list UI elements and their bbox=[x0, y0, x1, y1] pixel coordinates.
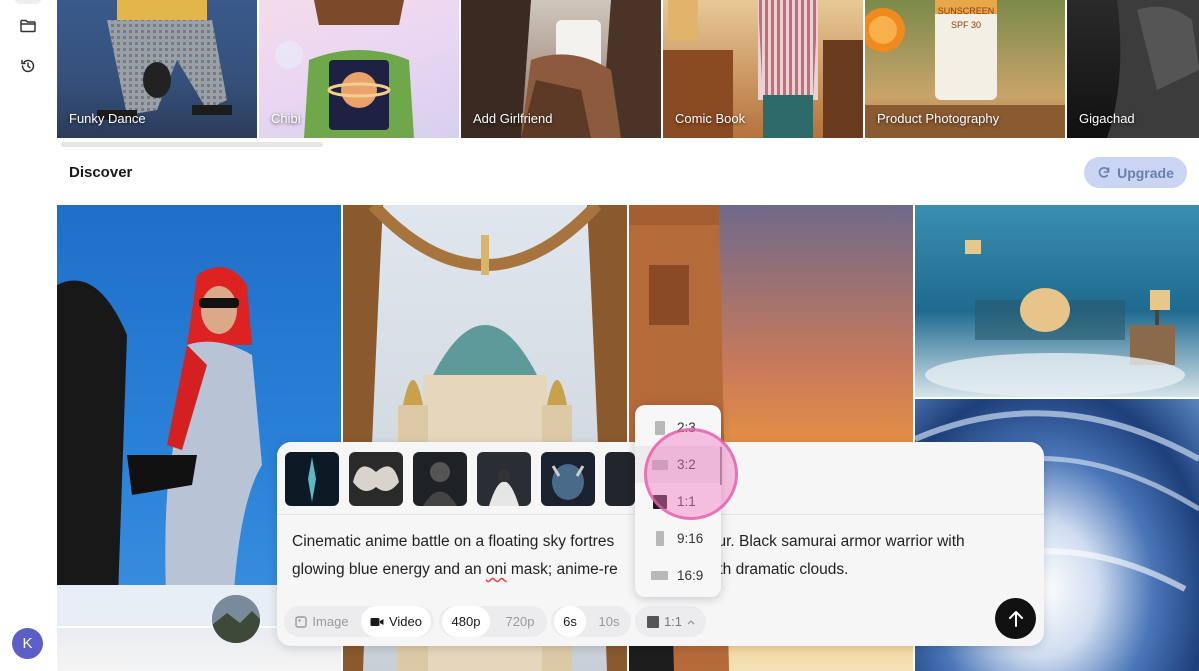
style-tile-product-photography[interactable]: SUNSCREEN SPF 30 Product Photography bbox=[865, 0, 1065, 138]
refresh-icon bbox=[1098, 166, 1110, 178]
upgrade-button[interactable]: Upgrade bbox=[1084, 157, 1187, 188]
style-tile-gigachad[interactable]: Gigachad bbox=[1067, 0, 1199, 138]
style-label: Add Girlfriend bbox=[473, 111, 553, 126]
style-label: Comic Book bbox=[675, 111, 746, 126]
svg-text:SPF 30: SPF 30 bbox=[951, 20, 981, 30]
style-carousel: Funky Dance Chibi Add Girlfriend Comic B… bbox=[57, 0, 1199, 138]
prompt-text-3: glowing blue energy and an bbox=[292, 561, 486, 578]
send-button[interactable] bbox=[995, 598, 1036, 639]
reference-thumb-oni[interactable] bbox=[541, 452, 595, 506]
landscape-thumbnail-image bbox=[212, 595, 260, 643]
res-480-label: 480p bbox=[451, 614, 481, 629]
wide-ratio-icon bbox=[651, 571, 668, 580]
portrait-ratio-icon bbox=[655, 421, 665, 435]
reference-thumb-hooded[interactable] bbox=[477, 452, 531, 506]
oni-mask-thumbnail bbox=[551, 464, 585, 500]
discover-title: Discover bbox=[69, 164, 133, 181]
duration-10s-button[interactable]: 10s bbox=[591, 606, 627, 637]
ratio-option-16-9[interactable]: 16:9 bbox=[635, 557, 721, 594]
mode-image-button[interactable]: Image bbox=[288, 606, 356, 637]
dur-10-label: 10s bbox=[598, 614, 620, 629]
ratio-option-9-16[interactable]: 9:16 bbox=[635, 520, 721, 557]
style-label: Chibi bbox=[271, 111, 301, 126]
history-icon[interactable] bbox=[18, 56, 38, 76]
carousel-scrollbar[interactable] bbox=[61, 142, 323, 147]
aspect-ratio-label: 1:1 bbox=[663, 614, 683, 629]
arrow-up-icon bbox=[1008, 610, 1023, 627]
style-tile-comic-book[interactable]: Comic Book bbox=[663, 0, 863, 138]
style-label: Product Photography bbox=[877, 111, 1000, 126]
prompt-text-5: with dramatic clouds. bbox=[703, 561, 849, 578]
aspect-ratio-button[interactable]: 1:1 bbox=[638, 606, 704, 637]
discover-image-underwater-room[interactable] bbox=[915, 205, 1199, 397]
blade-thumbnail bbox=[308, 457, 316, 502]
square-ratio-icon bbox=[646, 615, 659, 628]
resolution-480p-button[interactable]: 480p bbox=[442, 606, 490, 637]
sidebar: K bbox=[0, 0, 57, 671]
floating-thumbnail[interactable] bbox=[212, 595, 260, 643]
resolution-720p-button[interactable]: 720p bbox=[497, 606, 543, 637]
reference-thumb-blade[interactable] bbox=[285, 452, 339, 506]
style-tile-funky-dance[interactable]: Funky Dance bbox=[57, 0, 257, 138]
res-720-label: 720p bbox=[505, 614, 535, 629]
mode-video-label: Video bbox=[388, 614, 422, 629]
prompt-text-2: hour. Black samurai armor warrior with bbox=[700, 533, 965, 550]
tall-ratio-icon bbox=[656, 531, 664, 546]
reference-thumb-partial[interactable] bbox=[605, 452, 635, 506]
prompt-misspelled-word: oni bbox=[485, 561, 507, 578]
reference-thumb-wings[interactable] bbox=[349, 452, 403, 506]
ratio-label: 16:9 bbox=[677, 568, 704, 583]
style-label: Funky Dance bbox=[69, 111, 146, 126]
mode-video-button[interactable]: Video bbox=[361, 606, 431, 637]
reference-thumb-armor[interactable] bbox=[413, 452, 467, 506]
hooded-figure-thumbnail bbox=[489, 470, 519, 506]
duration-6s-button[interactable]: 6s bbox=[554, 606, 586, 637]
svg-text:SUNSCREEN: SUNSCREEN bbox=[938, 6, 995, 16]
style-label: Gigachad bbox=[1079, 111, 1135, 126]
armor-thumbnail bbox=[423, 462, 457, 506]
underwater-room-image bbox=[925, 240, 1185, 397]
upgrade-label: Upgrade bbox=[1117, 164, 1174, 181]
image-icon bbox=[295, 615, 308, 628]
chevron-up-icon bbox=[687, 619, 695, 624]
style-tile-chibi[interactable]: Chibi bbox=[259, 0, 459, 138]
prompt-text-1: Cinematic anime battle on a floating sky… bbox=[292, 533, 615, 550]
style-tile-add-girlfriend[interactable]: Add Girlfriend bbox=[461, 0, 661, 138]
user-avatar[interactable]: K bbox=[12, 628, 43, 659]
prompt-text-4: mask; anime-re bbox=[506, 561, 618, 578]
mode-image-label: Image bbox=[312, 614, 349, 629]
avatar-letter: K bbox=[22, 635, 33, 652]
dur-6-label: 6s bbox=[563, 614, 577, 629]
wings-thumbnail bbox=[353, 466, 399, 491]
folder-icon[interactable] bbox=[18, 16, 38, 36]
ratio-label: 9:16 bbox=[677, 531, 704, 546]
video-camera-icon bbox=[370, 617, 384, 626]
sidebar-top-item[interactable] bbox=[14, 0, 42, 4]
touch-indicator bbox=[644, 428, 738, 520]
